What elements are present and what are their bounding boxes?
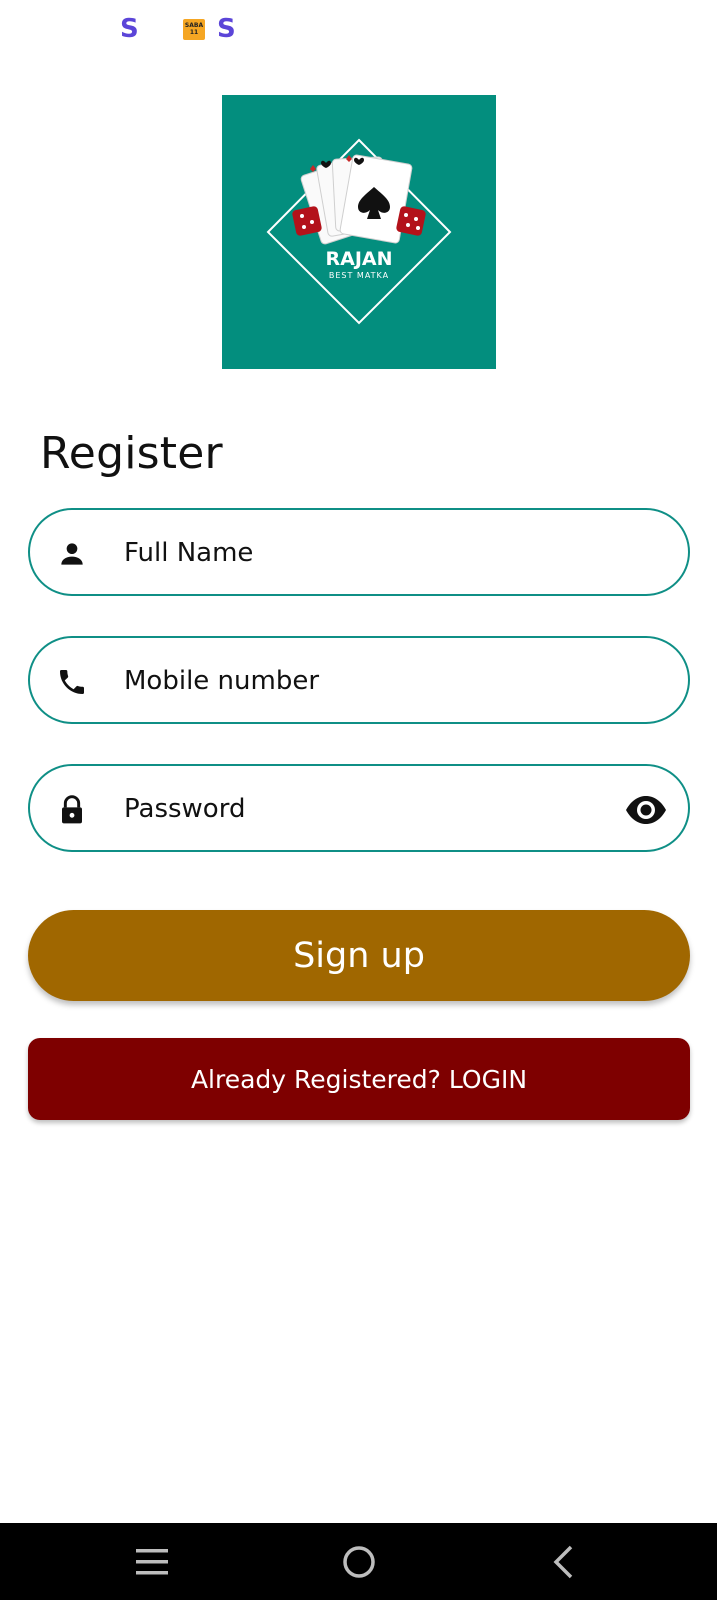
s-app-icon: S: [217, 14, 236, 44]
sign-up-button[interactable]: Sign up: [28, 910, 690, 1001]
logo-tagline: BEST MATKA: [329, 271, 389, 280]
menu-icon[interactable]: [128, 1541, 176, 1583]
logo-artwork: RAJAN BEST MATKA: [266, 138, 452, 325]
mobile-number-field[interactable]: [28, 636, 690, 724]
lock-icon: [62, 795, 82, 824]
login-button[interactable]: Already Registered? LOGIN: [28, 1038, 690, 1120]
s-app-icon: S: [120, 14, 139, 44]
full-name-input[interactable]: [124, 530, 594, 576]
password-field[interactable]: [28, 764, 690, 852]
password-input[interactable]: [124, 786, 594, 832]
status-bar: S SABA 11 S: [0, 0, 717, 60]
page-title: Register: [40, 428, 223, 479]
full-name-field[interactable]: [28, 508, 690, 596]
saba-app-icon: SABA 11: [183, 19, 205, 40]
home-icon[interactable]: [335, 1541, 383, 1583]
back-icon[interactable]: [540, 1541, 588, 1583]
phone-icon: [60, 670, 84, 694]
app-logo: RAJAN BEST MATKA: [222, 95, 496, 369]
logo-brand: RAJAN: [325, 248, 392, 270]
person-icon: [61, 543, 83, 565]
mobile-number-input[interactable]: [124, 658, 594, 704]
eye-icon[interactable]: [624, 794, 668, 826]
navigation-bar: [0, 1523, 717, 1600]
